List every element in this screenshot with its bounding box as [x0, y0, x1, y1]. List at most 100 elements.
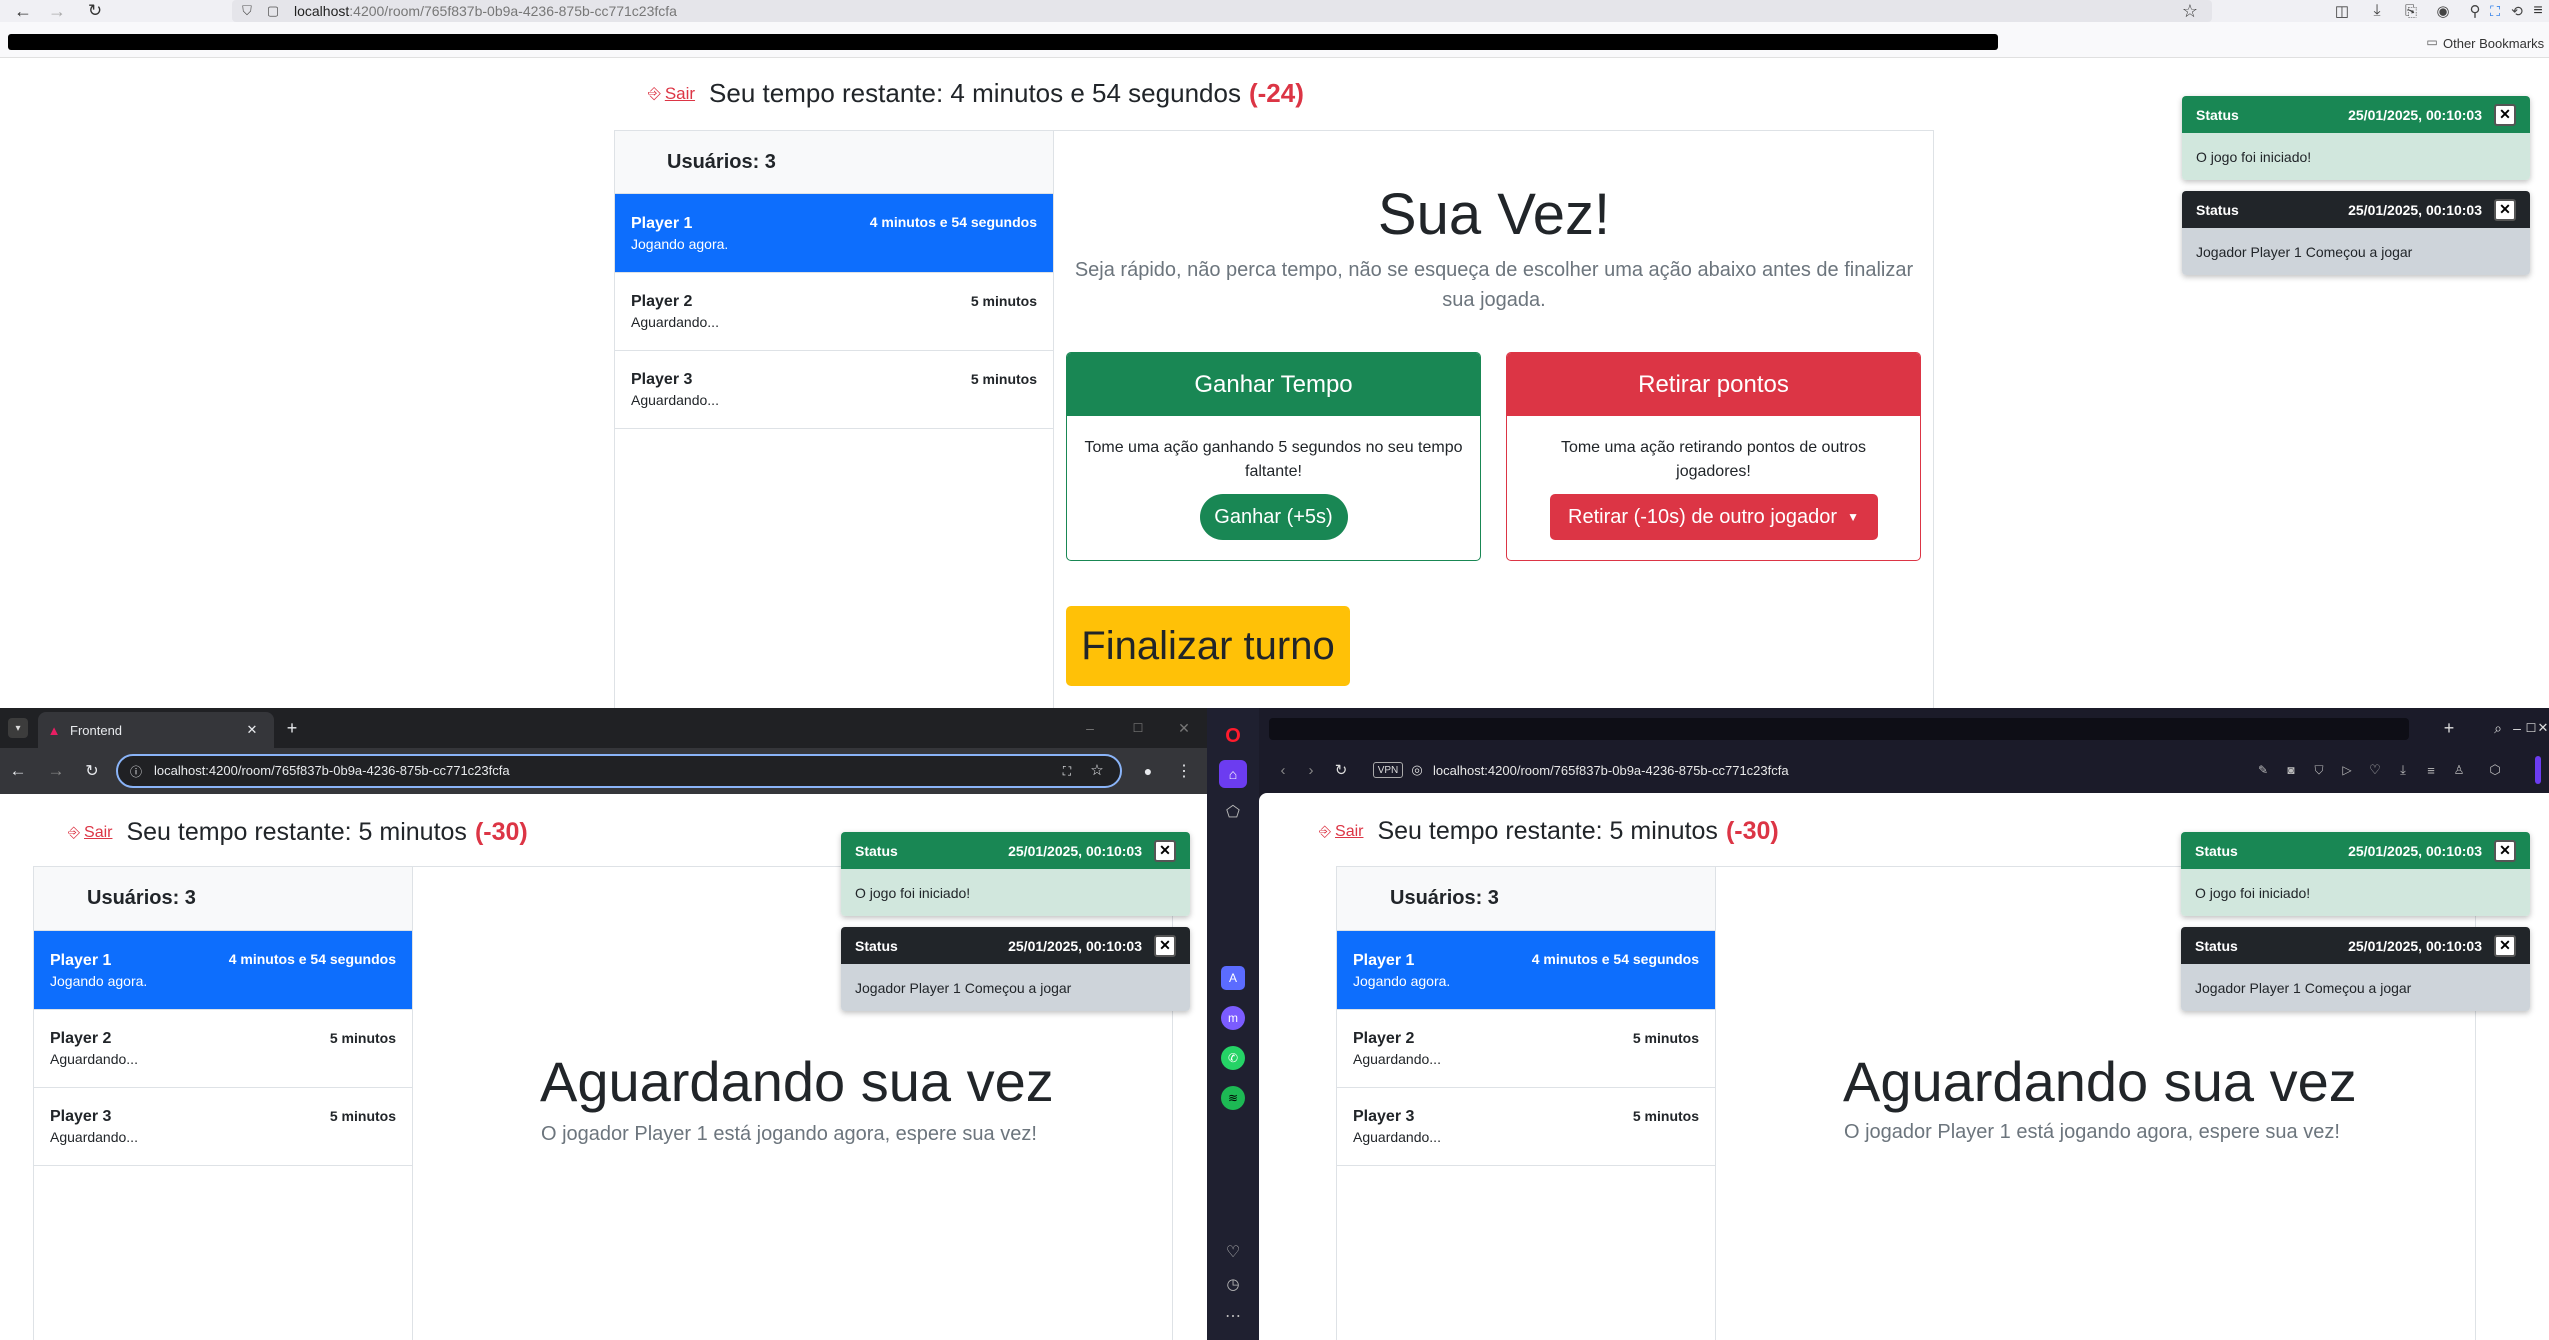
menu-icon[interactable]: ≡: [2528, 0, 2548, 22]
forward-icon[interactable]: →: [46, 761, 66, 781]
gain-time-button[interactable]: Ganhar (+5s): [1199, 494, 1348, 540]
player-status: Aguardando...: [631, 392, 719, 408]
back-icon[interactable]: ←: [8, 761, 28, 781]
downloads-icon[interactable]: ⤓: [2366, 0, 2388, 22]
account-icon[interactable]: ◉: [2432, 0, 2454, 22]
close-icon[interactable]: ✕: [2494, 103, 2516, 126]
users-header: Usuários: 3: [615, 131, 1053, 194]
exit-link[interactable]: Sair: [665, 84, 695, 104]
player-time: 5 minutos: [1632, 1030, 1699, 1046]
address-bar[interactable]: ⛉ ▢ localhost:4200/room/765f837b-0b9a-42…: [232, 0, 2212, 22]
player-item[interactable]: Player 1 Jogando agora. 4 minutos e 54 s…: [615, 194, 1053, 273]
exit-icon[interactable]: ⎆: [68, 824, 80, 841]
forward-icon[interactable]: →: [46, 0, 68, 22]
speed-dial-icon[interactable]: ⬠: [1221, 800, 1245, 824]
camera-icon[interactable]: ◙: [2281, 760, 2301, 780]
history-icon[interactable]: ◷: [1221, 1272, 1245, 1296]
home-icon[interactable]: ⌂: [1219, 760, 1247, 788]
new-tab-icon[interactable]: +: [282, 718, 302, 738]
page-info-icon[interactable]: ▢: [264, 2, 282, 20]
whatsapp-icon[interactable]: ✆: [1221, 1046, 1245, 1070]
omnibox[interactable]: ⓘ localhost:4200/room/765f837b-0b9a-4236…: [116, 754, 1122, 788]
opera-viewport: ⎆ Sair Seu tempo restante: 5 minutos (-3…: [1259, 793, 2549, 1340]
exit-link[interactable]: Sair: [1335, 823, 1363, 841]
player-time: 5 minutos: [329, 1108, 396, 1124]
vpn-badge[interactable]: VPN: [1373, 762, 1403, 778]
pocket-icon[interactable]: ◫: [2331, 0, 2353, 22]
adblock-icon[interactable]: ⛉: [2309, 760, 2329, 780]
more-icon[interactable]: ⋯: [1221, 1304, 1245, 1328]
back-icon[interactable]: ‹: [1273, 760, 1293, 780]
player-item[interactable]: Player 2 Aguardando... 5 minutos: [615, 273, 1053, 351]
remove-button-label: Retirar (-10s) de outro jogador: [1568, 505, 1838, 528]
profile-icon[interactable]: ●: [1138, 761, 1158, 781]
chrome-menu-icon[interactable]: ⋮: [1176, 761, 1192, 781]
finish-turn-button[interactable]: Finalizar turno: [1066, 606, 1350, 686]
player-item[interactable]: Player 3 Aguardando... 5 minutos: [615, 351, 1053, 429]
new-tab-icon[interactable]: +: [2439, 716, 2459, 740]
toast-player-started: Status 25/01/2025, 00:10:03 ✕ Jogador Pl…: [2181, 927, 2530, 1011]
edit-icon[interactable]: ✎: [2253, 760, 2273, 780]
downloads-icon[interactable]: ⤓: [2393, 760, 2413, 780]
player-time: 5 minutos: [970, 371, 1037, 387]
folder-icon: ▭: [2426, 35, 2438, 49]
player-icon[interactable]: ▷: [2337, 760, 2357, 780]
spotify-icon[interactable]: ≋: [1221, 1086, 1245, 1110]
player-time: 5 minutos: [1632, 1108, 1699, 1124]
shield-icon[interactable]: ⛉: [238, 2, 256, 20]
player-item[interactable]: Player 3 Aguardando... 5 minutos: [34, 1088, 412, 1166]
heart-icon[interactable]: ♡: [1221, 1240, 1245, 1264]
search-tabs-icon[interactable]: ⌕: [2487, 716, 2509, 740]
bookmark-star-icon[interactable]: ☆: [1088, 761, 1106, 779]
forward-icon[interactable]: ›: [1301, 760, 1321, 780]
aria-icon[interactable]: A: [1221, 966, 1245, 990]
minimize-icon[interactable]: –: [1080, 718, 1100, 738]
reload-icon[interactable]: ↻: [1331, 760, 1351, 780]
players-panel: Usuários: 3 Player 1 Jogando agora. 4 mi…: [614, 130, 1054, 708]
close-window-icon[interactable]: ✕: [2537, 716, 2549, 740]
back-icon[interactable]: ←: [12, 0, 34, 22]
close-window-icon[interactable]: ✕: [1174, 718, 1194, 738]
turn-title: Sua Vez!: [1377, 182, 1611, 247]
player-status: Jogando agora.: [1353, 972, 1451, 989]
close-icon[interactable]: ✕: [2494, 198, 2516, 221]
exit-icon[interactable]: ⎆: [648, 85, 661, 103]
close-icon[interactable]: ✕: [1154, 934, 1176, 957]
toast-title: Status: [2195, 937, 2238, 954]
tab-frontend[interactable]: ▲ Frontend ✕: [38, 712, 274, 748]
profile-icon[interactable]: ♙: [2449, 760, 2469, 780]
tab-close-icon[interactable]: ✕: [244, 722, 260, 738]
tab-search-icon[interactable]: ▾: [8, 718, 28, 738]
player-item[interactable]: Player 2 Aguardando... 5 minutos: [1337, 1010, 1715, 1088]
gain-card-text: Tome uma ação ganhando 5 segundos no seu…: [1084, 439, 1463, 480]
extensions-icon[interactable]: ⚲: [2464, 0, 2486, 22]
reload-icon[interactable]: ↻: [82, 761, 102, 781]
translate-icon[interactable]: ⛶: [2484, 0, 2506, 22]
toast-title: Status: [855, 937, 898, 954]
player-item[interactable]: Player 1 Jogando agora. 4 minutos e 54 s…: [34, 931, 412, 1010]
other-bookmarks[interactable]: Other Bookmarks: [2443, 36, 2544, 51]
translate-icon[interactable]: ⛶: [1058, 762, 1076, 780]
reload-icon[interactable]: ↻: [84, 0, 106, 22]
easy-setup-icon[interactable]: ≡: [2421, 760, 2441, 780]
toast-game-started: Status 25/01/2025, 00:10:03 ✕ O jogo foi…: [841, 832, 1190, 916]
close-icon[interactable]: ✕: [2494, 934, 2516, 957]
opera-logo-icon[interactable]: O: [1221, 724, 1245, 748]
messenger-icon[interactable]: m: [1221, 1006, 1245, 1030]
remove-points-dropdown[interactable]: Retirar (-10s) de outro jogador ▼: [1549, 494, 1878, 540]
heart-icon[interactable]: ♡: [2365, 760, 2385, 780]
bookmark-star-icon[interactable]: ☆: [2180, 1, 2200, 21]
close-icon[interactable]: ✕: [2494, 839, 2516, 862]
address-url[interactable]: localhost:4200/room/765f837b-0b9a-4236-8…: [1433, 763, 1789, 778]
cube-icon[interactable]: ⬡: [2485, 760, 2505, 780]
player-item[interactable]: Player 3 Aguardando... 5 minutos: [1337, 1088, 1715, 1166]
exit-icon[interactable]: ⎆: [1319, 823, 1331, 840]
exit-link[interactable]: Sair: [84, 824, 112, 842]
site-info-icon[interactable]: ⓘ: [128, 763, 144, 779]
player-item[interactable]: Player 2 Aguardando... 5 minutos: [34, 1010, 412, 1088]
reader-icon[interactable]: ⎘: [2400, 0, 2422, 22]
player-item[interactable]: Player 1 Jogando agora. 4 minutos e 54 s…: [1337, 931, 1715, 1010]
sync-icon[interactable]: ⟲: [2506, 0, 2528, 22]
maximize-icon[interactable]: ☐: [1128, 718, 1148, 738]
close-icon[interactable]: ✕: [1154, 839, 1176, 862]
